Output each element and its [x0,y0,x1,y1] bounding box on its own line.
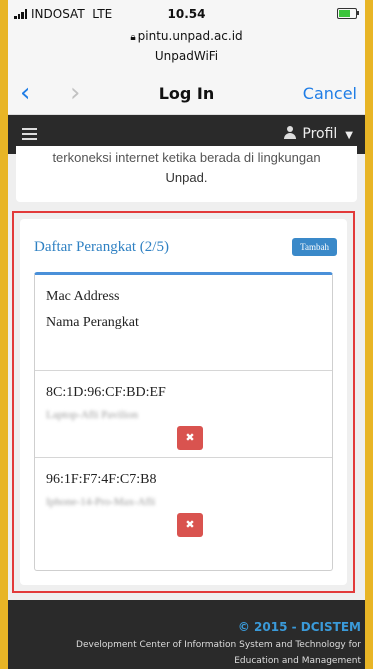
caret-down-icon: ▼ [345,130,353,141]
devices-panel: Daftar Perangkat (2/5) Tambah Mac Addres… [20,219,347,585]
device-name-header: Nama Perangkat [46,315,139,330]
mac-address-header: Mac Address [46,289,120,304]
host-text: pintu.unpad.ac.id [137,29,243,43]
footer-copyright: © 2015 - DCISTEM [237,620,361,634]
phone-screen: INDOSAT LTE 10.54 🔒︎ pintu.unpad.ac.id Un… [8,0,365,669]
info-line-1: terkoneksi internet ketika berada di lin… [52,150,321,165]
close-icon: ✖ [185,518,195,531]
footer-line-2: Education and Management [234,656,361,666]
battery-icon [337,8,359,19]
close-icon: ✖ [185,431,195,444]
status-bar: INDOSAT LTE 10.54 🔒︎ pintu.unpad.ac.id Un… [8,0,365,74]
device-row: 8C:1D:96:CF:BD:EF Laptop-Afli Pavilion ✖ [35,371,332,458]
url-host: 🔒︎ pintu.unpad.ac.id [8,29,365,43]
footer: © 2015 - DCISTEM Development Center of I… [8,600,365,669]
network-ssid: UnpadWiFi [154,49,219,63]
footer-line-1: Development Center of Information System… [76,640,361,650]
info-line-2: Unpad. [165,170,208,185]
device-mac: 8C:1D:96:CF:BD:EF [46,385,166,400]
device-name: Laptop-Afli Pavilion [46,409,138,421]
delete-device-button[interactable]: ✖ [177,426,203,450]
devices-table: Mac Address Nama Perangkat 8C:1D:96:CF:B… [34,272,333,571]
profile-label: Profil [302,126,338,142]
hamburger-menu-icon[interactable] [22,128,37,143]
devices-panel-title: Daftar Perangkat (2/5) [34,239,169,255]
add-device-button[interactable]: Tambah [292,238,337,256]
captive-portal-nav: ‹ › Log In Cancel [8,74,365,115]
status-time: 10.54 [167,7,206,21]
device-mac: 96:1F:F7:4F:C7:B8 [46,472,157,487]
table-header: Mac Address Nama Perangkat [35,275,332,371]
profile-menu[interactable]: Profil ▼ [284,126,353,142]
info-card: terkoneksi internet ketika berada di lin… [16,146,357,202]
delete-device-button[interactable]: ✖ [177,513,203,537]
main-content: terkoneksi internet ketika berada di lin… [8,146,365,600]
devices-panel-highlight: Daftar Perangkat (2/5) Tambah Mac Addres… [12,211,355,593]
user-icon [284,126,297,139]
device-row: 96:1F:F7:4F:C7:B8 Iphone-14-Pro-Max-Afli… [35,458,332,544]
cancel-button[interactable]: Cancel [303,84,357,103]
lock-icon: 🔒︎ [130,32,136,43]
device-name: Iphone-14-Pro-Max-Afli [46,496,156,508]
